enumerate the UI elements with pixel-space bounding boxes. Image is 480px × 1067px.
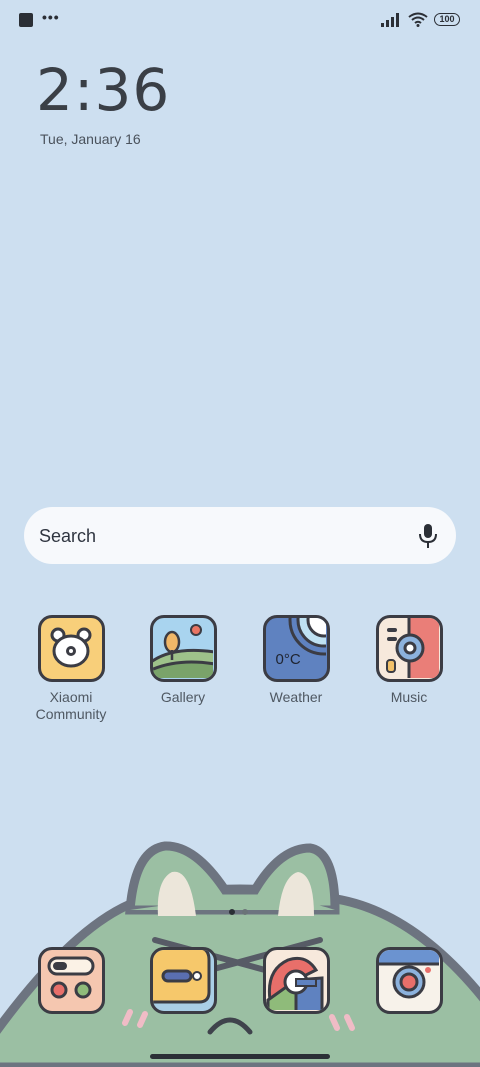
page-indicator — [229, 909, 248, 915]
signal-icon — [381, 12, 399, 27]
page-dot — [242, 909, 248, 915]
home-indicator[interactable] — [150, 1054, 330, 1059]
app-gallery[interactable]: Gallery — [128, 615, 238, 706]
camera-icon — [375, 947, 443, 1014]
microphone-icon[interactable] — [418, 523, 438, 549]
dock-app-messages[interactable] — [128, 947, 238, 1014]
dock-app-phone[interactable] — [16, 947, 126, 1014]
app-music[interactable]: Music — [354, 615, 464, 706]
clock-time[interactable]: 2:36 — [36, 58, 170, 122]
app-label: Weather — [269, 689, 323, 705]
weather-temperature: 0°C — [275, 651, 301, 668]
search-label: Search — [39, 526, 97, 546]
status-left: ••• — [19, 9, 60, 27]
stop-square-icon — [19, 13, 33, 27]
search-bar[interactable]: Search — [24, 507, 456, 564]
app-xiaomi-community[interactable]: Xiaomi Community — [16, 615, 126, 723]
app-label: Xiaomi Community — [35, 689, 107, 722]
status-bar: ••• 100 — [0, 0, 480, 42]
app-weather[interactable]: 0°C Weather — [241, 615, 351, 706]
status-right: 100 — [380, 12, 460, 27]
more-dots-icon: ••• — [42, 9, 60, 25]
page-dot-active — [229, 909, 235, 915]
app-label: Gallery — [160, 689, 206, 705]
dock-app-camera[interactable] — [354, 947, 464, 1014]
messages-icon — [149, 947, 217, 1014]
phone-dialer-icon — [37, 947, 105, 1014]
clock-date[interactable]: Tue, January 16 — [40, 131, 141, 147]
wifi-icon — [408, 12, 428, 27]
chrome-browser-icon — [262, 947, 330, 1014]
dock-app-chrome[interactable] — [241, 947, 351, 1014]
battery-icon: 100 — [434, 13, 460, 26]
gallery-icon — [149, 615, 217, 682]
xiaomi-community-icon — [37, 615, 105, 682]
music-icon — [375, 615, 443, 682]
weather-icon: 0°C — [262, 615, 330, 682]
app-label: Music — [390, 689, 428, 705]
